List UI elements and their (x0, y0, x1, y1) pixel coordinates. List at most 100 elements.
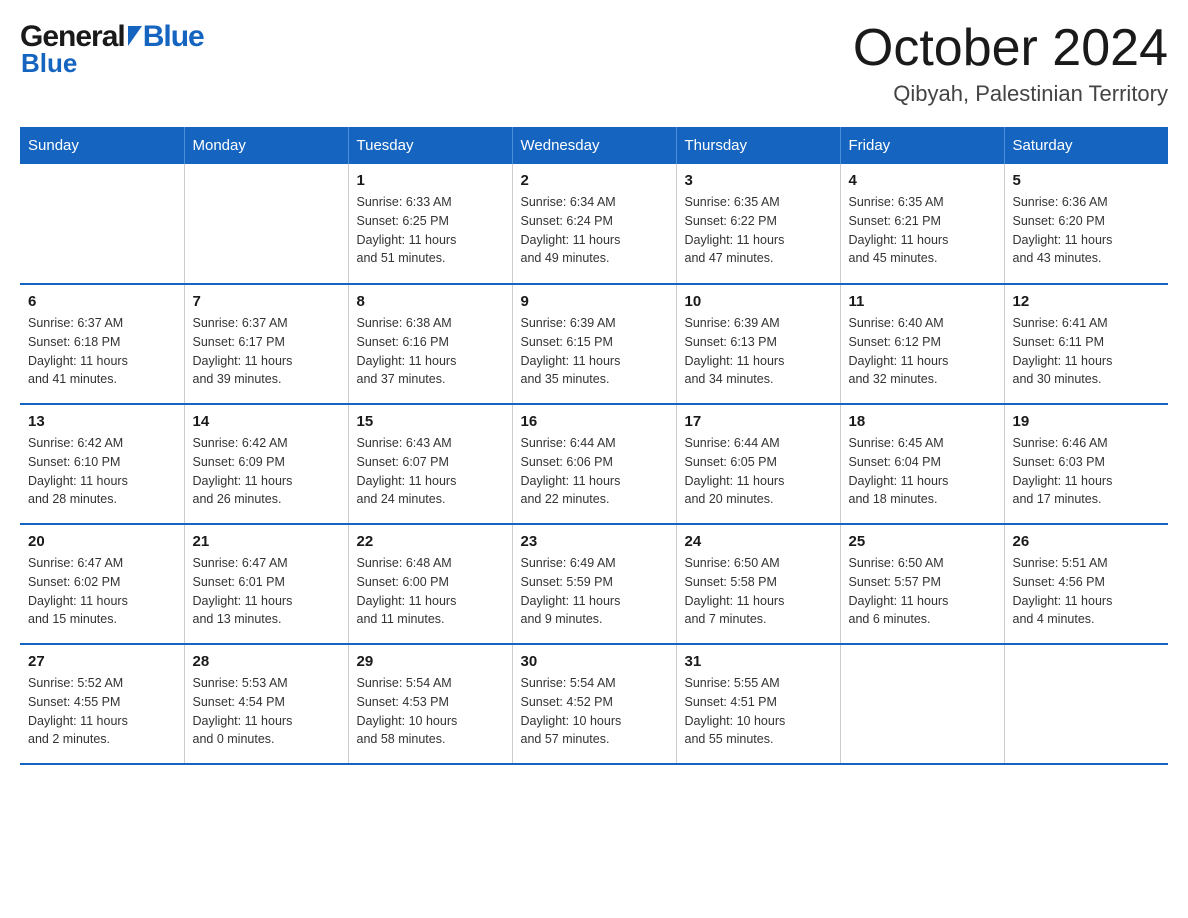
calendar-cell (184, 164, 348, 284)
day-number: 31 (685, 653, 832, 670)
day-number: 1 (357, 172, 504, 189)
day-number: 30 (521, 653, 668, 670)
day-info: Sunrise: 5:54 AM Sunset: 4:52 PM Dayligh… (521, 674, 668, 749)
day-info: Sunrise: 6:41 AM Sunset: 6:11 PM Dayligh… (1013, 314, 1161, 389)
day-number: 22 (357, 533, 504, 550)
calendar-cell: 23Sunrise: 6:49 AM Sunset: 5:59 PM Dayli… (512, 524, 676, 644)
day-info: Sunrise: 6:45 AM Sunset: 6:04 PM Dayligh… (849, 434, 996, 509)
calendar-cell: 31Sunrise: 5:55 AM Sunset: 4:51 PM Dayli… (676, 644, 840, 764)
header-monday: Monday (184, 127, 348, 164)
day-info: Sunrise: 6:37 AM Sunset: 6:18 PM Dayligh… (28, 314, 176, 389)
day-number: 4 (849, 172, 996, 189)
day-info: Sunrise: 6:40 AM Sunset: 6:12 PM Dayligh… (849, 314, 996, 389)
calendar-cell: 10Sunrise: 6:39 AM Sunset: 6:13 PM Dayli… (676, 284, 840, 404)
title-block: October 2024 Qibyah, Palestinian Territo… (853, 20, 1168, 107)
calendar-cell: 25 Sunrise: 6:50 AM Sunset: 5:57 PM Dayli… (840, 524, 1004, 644)
calendar-cell: 15 Sunrise: 6:43 AM Sunset: 6:07 PM Dayli… (348, 404, 512, 524)
day-info: Sunrise: 5:52 AM Sunset: 4:55 PM Dayligh… (28, 674, 176, 749)
day-number: 6 (28, 293, 176, 310)
page-header: General Blue Blue October 2024 Qibyah, P… (20, 20, 1168, 107)
day-info: Sunrise: 6:44 AM Sunset: 6:06 PM Dayligh… (521, 434, 668, 509)
header-tuesday: Tuesday (348, 127, 512, 164)
calendar-cell: 29 Sunrise: 5:54 AM Sunset: 4:53 PM Dayli… (348, 644, 512, 764)
day-number: 14 (193, 413, 340, 430)
week-row-5: 27 Sunrise: 5:52 AM Sunset: 4:55 PM Dayli… (20, 644, 1168, 764)
day-number: 2 (521, 172, 668, 189)
week-row-4: 20 Sunrise: 6:47 AM Sunset: 6:02 PM Dayli… (20, 524, 1168, 644)
day-number: 29 (357, 653, 504, 670)
day-number: 17 (685, 413, 832, 430)
day-info: Sunrise: 6:39 AM Sunset: 6:15 PM Dayligh… (521, 314, 668, 389)
day-number: 20 (28, 533, 176, 550)
day-info: Sunrise: 6:48 AM Sunset: 6:00 PM Dayligh… (357, 554, 504, 629)
header-thursday: Thursday (676, 127, 840, 164)
calendar-cell: 20 Sunrise: 6:47 AM Sunset: 6:02 PM Dayli… (20, 524, 184, 644)
calendar-header-row: SundayMondayTuesdayWednesdayThursdayFrid… (20, 127, 1168, 164)
day-info: Sunrise: 6:50 AM Sunset: 5:58 PM Dayligh… (685, 554, 832, 629)
header-wednesday: Wednesday (512, 127, 676, 164)
day-info: Sunrise: 6:42 AM Sunset: 6:09 PM Dayligh… (193, 434, 340, 509)
logo-triangle-icon (128, 26, 142, 46)
day-info: Sunrise: 6:50 AM Sunset: 5:57 PM Dayligh… (849, 554, 996, 629)
calendar-cell: 9 Sunrise: 6:39 AM Sunset: 6:15 PM Daylig… (512, 284, 676, 404)
day-number: 21 (193, 533, 340, 550)
calendar-cell: 12 Sunrise: 6:41 AM Sunset: 6:11 PM Dayli… (1004, 284, 1168, 404)
day-number: 24 (685, 533, 832, 550)
day-number: 26 (1013, 533, 1161, 550)
calendar-cell: 3Sunrise: 6:35 AM Sunset: 6:22 PM Daylig… (676, 164, 840, 284)
logo-blue-text: Blue (143, 20, 204, 54)
calendar-cell: 2 Sunrise: 6:34 AM Sunset: 6:24 PM Daylig… (512, 164, 676, 284)
day-info: Sunrise: 6:43 AM Sunset: 6:07 PM Dayligh… (357, 434, 504, 509)
subtitle: Qibyah, Palestinian Territory (853, 81, 1168, 107)
day-info: Sunrise: 6:46 AM Sunset: 6:03 PM Dayligh… (1013, 434, 1161, 509)
day-info: Sunrise: 6:44 AM Sunset: 6:05 PM Dayligh… (685, 434, 832, 509)
calendar-cell: 17 Sunrise: 6:44 AM Sunset: 6:05 PM Dayli… (676, 404, 840, 524)
calendar-table: SundayMondayTuesdayWednesdayThursdayFrid… (20, 127, 1168, 765)
day-info: Sunrise: 6:37 AM Sunset: 6:17 PM Dayligh… (193, 314, 340, 389)
calendar-cell: 28 Sunrise: 5:53 AM Sunset: 4:54 PM Dayli… (184, 644, 348, 764)
header-saturday: Saturday (1004, 127, 1168, 164)
header-friday: Friday (840, 127, 1004, 164)
week-row-1: 1 Sunrise: 6:33 AM Sunset: 6:25 PM Daylig… (20, 164, 1168, 284)
day-number: 9 (521, 293, 668, 310)
day-number: 16 (521, 413, 668, 430)
day-info: Sunrise: 5:51 AM Sunset: 4:56 PM Dayligh… (1013, 554, 1161, 629)
day-info: Sunrise: 6:47 AM Sunset: 6:02 PM Dayligh… (28, 554, 176, 629)
calendar-cell: 16 Sunrise: 6:44 AM Sunset: 6:06 PM Dayli… (512, 404, 676, 524)
day-number: 12 (1013, 293, 1161, 310)
day-info: Sunrise: 6:35 AM Sunset: 6:21 PM Dayligh… (849, 193, 996, 268)
calendar-cell (1004, 644, 1168, 764)
calendar-cell: 27 Sunrise: 5:52 AM Sunset: 4:55 PM Dayli… (20, 644, 184, 764)
day-number: 28 (193, 653, 340, 670)
calendar-cell: 30 Sunrise: 5:54 AM Sunset: 4:52 PM Dayli… (512, 644, 676, 764)
calendar-cell: 24 Sunrise: 6:50 AM Sunset: 5:58 PM Dayli… (676, 524, 840, 644)
day-number: 5 (1013, 172, 1161, 189)
day-number: 8 (357, 293, 504, 310)
day-info: Sunrise: 6:42 AM Sunset: 6:10 PM Dayligh… (28, 434, 176, 509)
logo-blue-second: Blue (21, 48, 77, 79)
calendar-cell: 11Sunrise: 6:40 AM Sunset: 6:12 PM Dayli… (840, 284, 1004, 404)
calendar-cell: 21 Sunrise: 6:47 AM Sunset: 6:01 PM Dayli… (184, 524, 348, 644)
calendar-cell: 8Sunrise: 6:38 AM Sunset: 6:16 PM Daylig… (348, 284, 512, 404)
day-info: Sunrise: 6:39 AM Sunset: 6:13 PM Dayligh… (685, 314, 832, 389)
header-sunday: Sunday (20, 127, 184, 164)
calendar-cell: 18Sunrise: 6:45 AM Sunset: 6:04 PM Dayli… (840, 404, 1004, 524)
day-info: Sunrise: 6:33 AM Sunset: 6:25 PM Dayligh… (357, 193, 504, 268)
logo: General Blue Blue (20, 20, 204, 79)
day-info: Sunrise: 6:34 AM Sunset: 6:24 PM Dayligh… (521, 193, 668, 268)
day-number: 27 (28, 653, 176, 670)
day-info: Sunrise: 5:53 AM Sunset: 4:54 PM Dayligh… (193, 674, 340, 749)
day-number: 15 (357, 413, 504, 430)
day-info: Sunrise: 6:47 AM Sunset: 6:01 PM Dayligh… (193, 554, 340, 629)
calendar-cell: 26 Sunrise: 5:51 AM Sunset: 4:56 PM Dayli… (1004, 524, 1168, 644)
day-number: 13 (28, 413, 176, 430)
day-number: 7 (193, 293, 340, 310)
main-title: October 2024 (853, 20, 1168, 77)
calendar-cell: 1 Sunrise: 6:33 AM Sunset: 6:25 PM Daylig… (348, 164, 512, 284)
calendar-cell: 13 Sunrise: 6:42 AM Sunset: 6:10 PM Dayli… (20, 404, 184, 524)
week-row-3: 13 Sunrise: 6:42 AM Sunset: 6:10 PM Dayli… (20, 404, 1168, 524)
day-info: Sunrise: 5:54 AM Sunset: 4:53 PM Dayligh… (357, 674, 504, 749)
calendar-body: 1 Sunrise: 6:33 AM Sunset: 6:25 PM Daylig… (20, 164, 1168, 764)
calendar-cell: 19Sunrise: 6:46 AM Sunset: 6:03 PM Dayli… (1004, 404, 1168, 524)
day-number: 25 (849, 533, 996, 550)
